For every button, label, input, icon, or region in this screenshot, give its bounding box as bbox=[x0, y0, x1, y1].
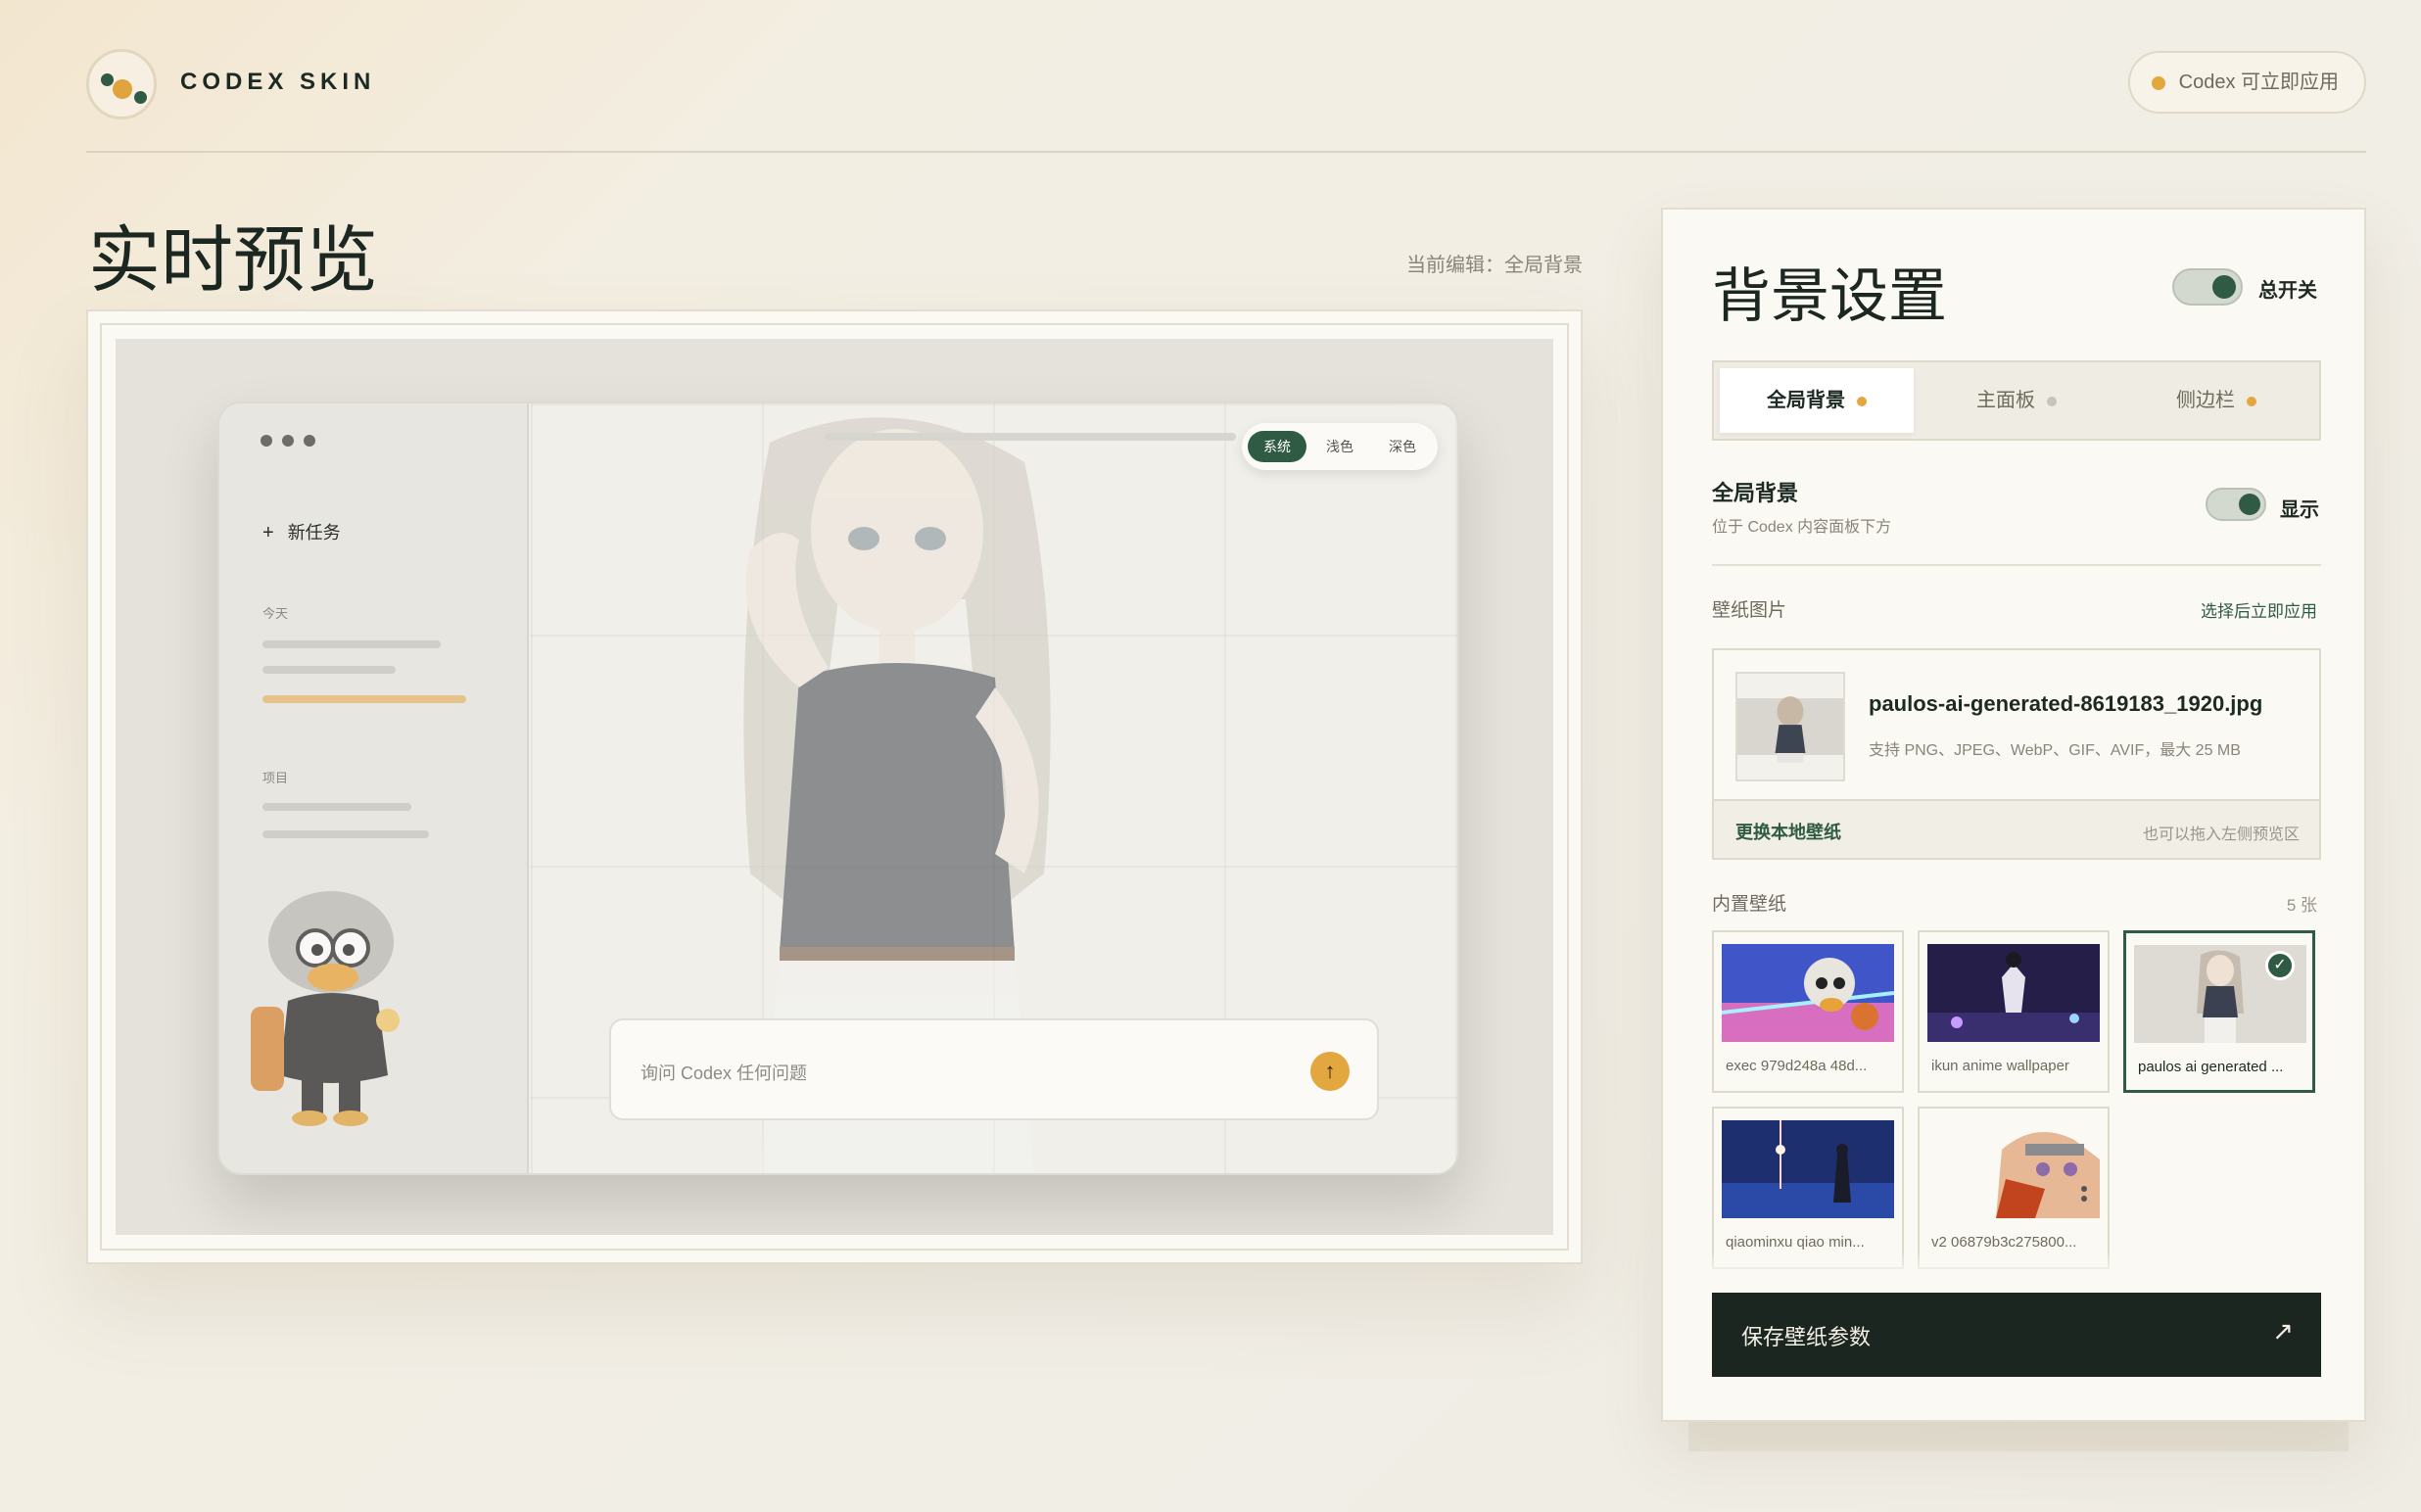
wallpaper-label: 壁纸图片 bbox=[1712, 600, 1787, 621]
ask-placeholder: 询问 Codex 任何问题 bbox=[641, 1063, 808, 1083]
window-dot-icon bbox=[261, 435, 272, 447]
wallpaper-file-name: paulos-ai-generated-8619183_1920.jpg bbox=[1869, 691, 2263, 716]
status-badge: Codex 可立即应用 bbox=[2127, 51, 2366, 114]
theme-option-system: 系统 bbox=[1248, 431, 1306, 462]
tab-global-background[interactable]: 全局背景 bbox=[1720, 368, 1914, 433]
builtin-count: 5 张 bbox=[2286, 896, 2317, 915]
plus-icon: + bbox=[262, 522, 274, 543]
save-wallpaper-button[interactable]: 保存壁纸参数 ↗ bbox=[1712, 1293, 2321, 1377]
wallpaper-caption: v2 06879b3c275800... bbox=[1931, 1234, 2077, 1251]
master-toggle[interactable] bbox=[2172, 268, 2243, 306]
check-icon: ✓ bbox=[2265, 951, 2295, 980]
logo-icon bbox=[86, 49, 157, 119]
preview-canvas[interactable]: + 新任务 今天 项目 系统 浅色 深色 询问 Codex 任何问题 ↑ bbox=[116, 339, 1553, 1235]
wallpaper-caption: ikun anime wallpaper bbox=[1931, 1058, 2069, 1074]
mock-line bbox=[262, 803, 411, 811]
tab-sidebar[interactable]: 侧边栏 bbox=[2119, 368, 2313, 433]
status-dot-icon bbox=[2151, 76, 2165, 90]
tab-dot-icon bbox=[2247, 396, 2256, 406]
editing-label: 当前编辑：全局背景 bbox=[1406, 255, 1583, 276]
settings-panel: 背景设置 总开关 全局背景 主面板 侧边栏 全局背景 位于 Codex 内容面板… bbox=[1661, 208, 2366, 1422]
mock-line bbox=[262, 640, 441, 648]
theme-switch: 系统 浅色 深色 bbox=[1242, 423, 1438, 470]
panel-title: 背景设置 bbox=[1712, 262, 1947, 331]
wallpaper-item[interactable]: qiaominxu qiao min... bbox=[1712, 1107, 1904, 1269]
drag-hint: 也可以拖入左侧预览区 bbox=[2142, 827, 2300, 843]
tab-dot-icon bbox=[1857, 396, 1867, 406]
wallpaper-caption: paulos ai generated ... bbox=[2138, 1059, 2284, 1075]
save-button-label: 保存壁纸参数 bbox=[1741, 1325, 1872, 1349]
tab-main-panel[interactable]: 主面板 bbox=[1920, 368, 2113, 433]
global-bg-subtitle: 位于 Codex 内容面板下方 bbox=[1712, 519, 1892, 536]
window-dot-icon bbox=[304, 435, 315, 447]
global-bg-title: 全局背景 bbox=[1712, 481, 1799, 505]
mock-ask-input: 询问 Codex 任何问题 ↑ bbox=[609, 1018, 1379, 1120]
wallpaper-thumbnail bbox=[1735, 672, 1845, 781]
mascot-sticker-icon bbox=[251, 891, 400, 1126]
master-toggle-label: 总开关 bbox=[2258, 280, 2317, 302]
wallpaper-item[interactable]: v2 06879b3c275800... bbox=[1918, 1107, 2110, 1269]
theme-option-light: 浅色 bbox=[1326, 439, 1353, 454]
wallpaper-item[interactable]: ikun anime wallpaper bbox=[1918, 930, 2110, 1093]
wallpaper-caption: qiaominxu qiao min... bbox=[1726, 1234, 1865, 1251]
mock-top-bar bbox=[825, 433, 1236, 441]
theme-option-dark: 深色 bbox=[1389, 439, 1416, 454]
mock-codex-window: + 新任务 今天 项目 系统 浅色 深色 询问 Codex 任何问题 ↑ bbox=[217, 402, 1459, 1175]
mock-new-task: + 新任务 bbox=[262, 522, 341, 543]
mock-projects-label: 项目 bbox=[262, 771, 289, 785]
arrow-up-icon: ↑ bbox=[1310, 1052, 1350, 1091]
brand-name: CODEX SKIN bbox=[180, 69, 376, 95]
builtin-label: 内置壁纸 bbox=[1712, 894, 1787, 915]
mock-main-area: 系统 浅色 深色 询问 Codex 任何问题 ↑ bbox=[531, 403, 1457, 1173]
wallpaper-item[interactable]: exec 979d248a 48d... bbox=[1712, 930, 1904, 1093]
app-header: CODEX SKIN Codex 可立即应用 bbox=[86, 47, 2366, 153]
preview-frame[interactable]: + 新任务 今天 项目 系统 浅色 深色 询问 Codex 任何问题 ↑ bbox=[86, 309, 1583, 1264]
mock-sidebar: + 新任务 今天 项目 bbox=[219, 403, 529, 1173]
arrow-up-right-icon: ↗ bbox=[2272, 1316, 2294, 1346]
window-dot-icon bbox=[282, 435, 294, 447]
mock-line bbox=[262, 666, 396, 674]
replace-wallpaper-button[interactable]: 更换本地壁纸 bbox=[1735, 819, 1841, 844]
wallpaper-caption: exec 979d248a 48d... bbox=[1726, 1058, 1868, 1074]
mock-line-active bbox=[262, 695, 466, 703]
wallpaper-item-selected[interactable]: ✓ paulos ai generated ... bbox=[2123, 930, 2315, 1093]
target-tabs: 全局背景 主面板 侧边栏 bbox=[1712, 360, 2321, 441]
wallpaper-file-hint: 支持 PNG、JPEG、WebP、GIF、AVIF，最大 25 MB bbox=[1869, 742, 2241, 759]
wallpaper-apply-hint: 选择后立即应用 bbox=[2201, 602, 2317, 621]
wallpaper-file-card: paulos-ai-generated-8619183_1920.jpg 支持 … bbox=[1712, 648, 2321, 860]
page-title: 实时预览 bbox=[88, 218, 378, 303]
mock-line bbox=[262, 830, 429, 838]
tab-dot-icon bbox=[2047, 396, 2057, 406]
status-text: Codex 可立即应用 bbox=[2178, 71, 2339, 93]
mock-today-label: 今天 bbox=[262, 606, 289, 621]
global-bg-toggle-label: 显示 bbox=[2280, 499, 2319, 521]
global-bg-toggle[interactable] bbox=[2206, 488, 2266, 521]
